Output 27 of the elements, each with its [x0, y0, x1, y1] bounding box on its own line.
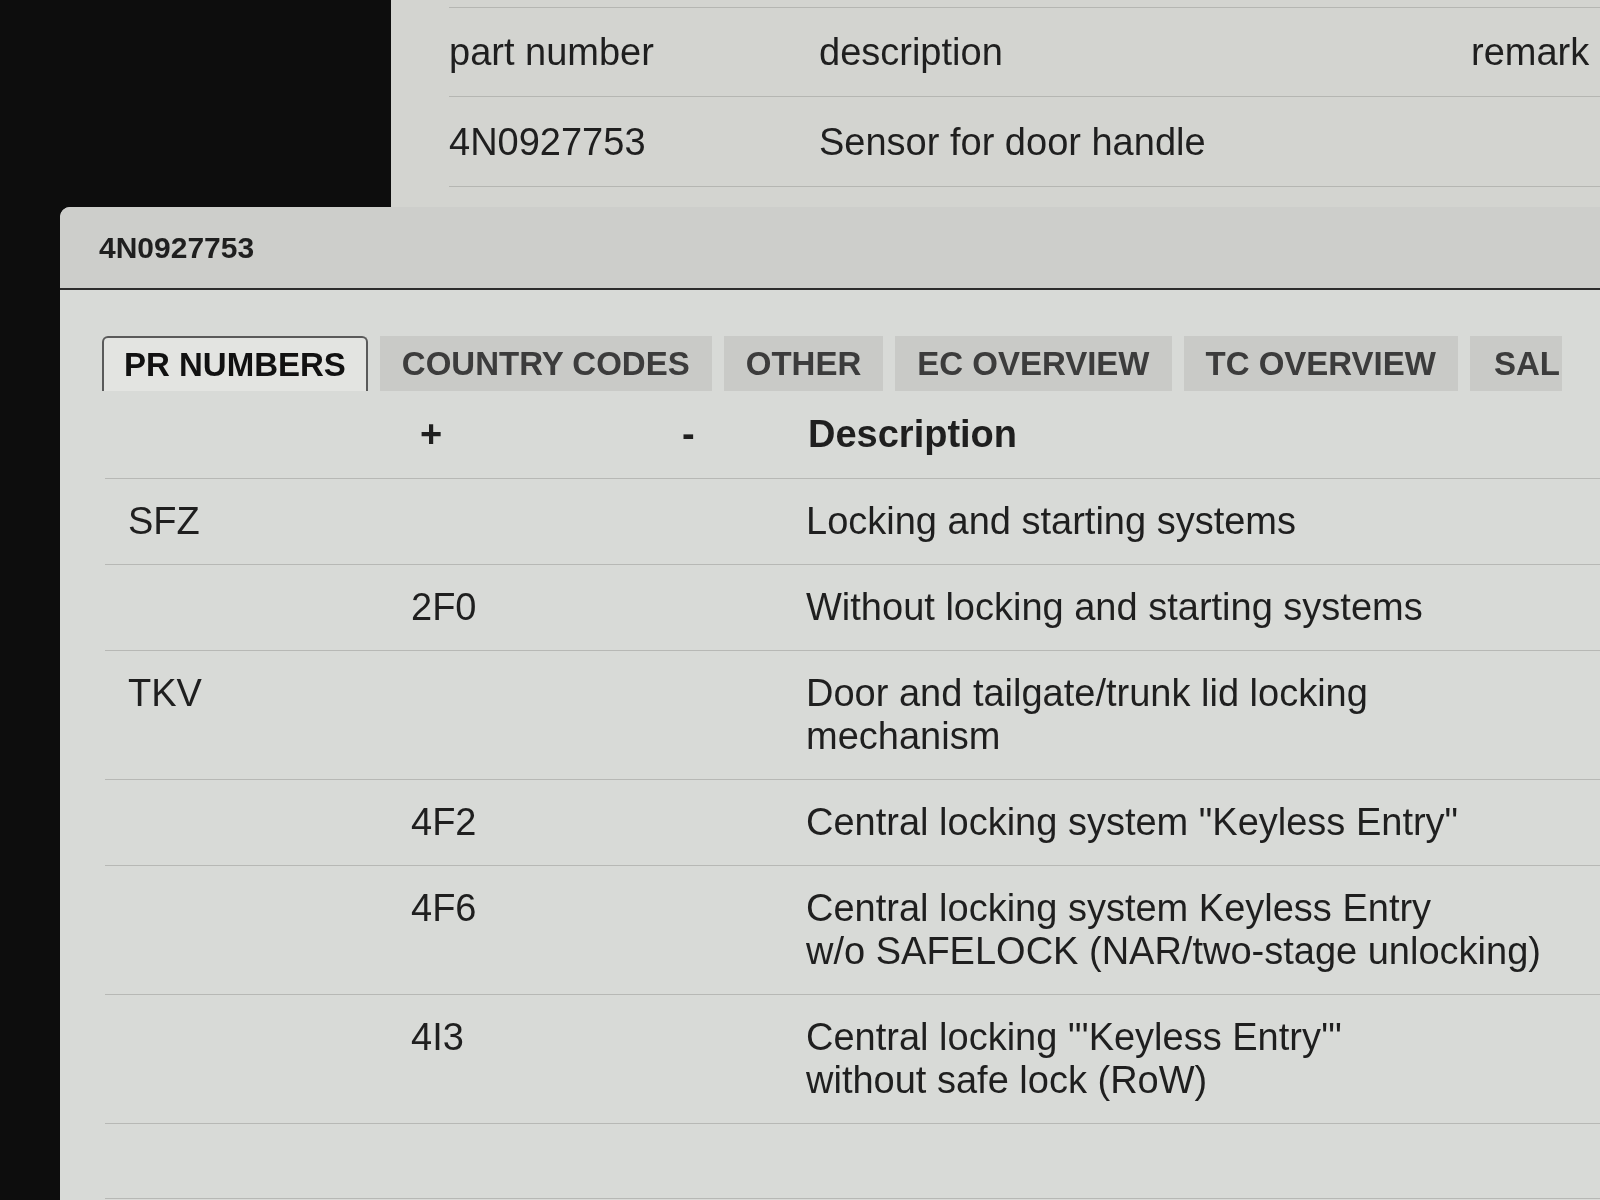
- dialog-title: 4N0927753: [99, 229, 255, 266]
- table-cell: 2F0: [411, 586, 477, 628]
- table-cell: SFZ: [128, 500, 200, 542]
- tab[interactable]: TC OVERVIEW: [1183, 336, 1458, 391]
- table-cell: Without locking and starting systems: [806, 586, 1423, 629]
- table-cell: Central locking system Keyless Entry w/o SAFELOCK (NAR/two-stage unlocking): [806, 887, 1541, 973]
- table-cell: TKV: [128, 672, 202, 714]
- table-cell: 4N0927753: [449, 119, 646, 164]
- table-cell: 4F2: [411, 801, 477, 843]
- table-cell: Locking and starting systems: [806, 500, 1296, 543]
- table-cell: Sensor for door handle: [819, 119, 1206, 164]
- column-header: description: [819, 30, 1003, 74]
- tab[interactable]: SAL: [1469, 336, 1562, 391]
- tab[interactable]: EC OVERVIEW: [895, 336, 1172, 391]
- table-cell: Central locking system "Keyless Entry": [806, 801, 1459, 844]
- column-header: remark: [1471, 30, 1590, 74]
- tab[interactable]: COUNTRY CODES: [379, 336, 712, 391]
- table-cell: 4I3: [411, 1016, 464, 1058]
- table-cell: 4F6: [411, 887, 477, 929]
- column-header: +: [420, 413, 443, 455]
- table-cell: Central locking "'Keyless Entry'" without safe lock (RoW): [806, 1016, 1342, 1102]
- column-header: part number: [449, 30, 654, 74]
- column-header: -: [682, 413, 695, 455]
- table-cell: Door and tailgate/trunk lid locking mechanism: [806, 672, 1368, 758]
- tab[interactable]: PR NUMBERS: [102, 336, 368, 391]
- column-header: Description: [808, 413, 1018, 455]
- tab[interactable]: OTHER: [723, 336, 884, 391]
